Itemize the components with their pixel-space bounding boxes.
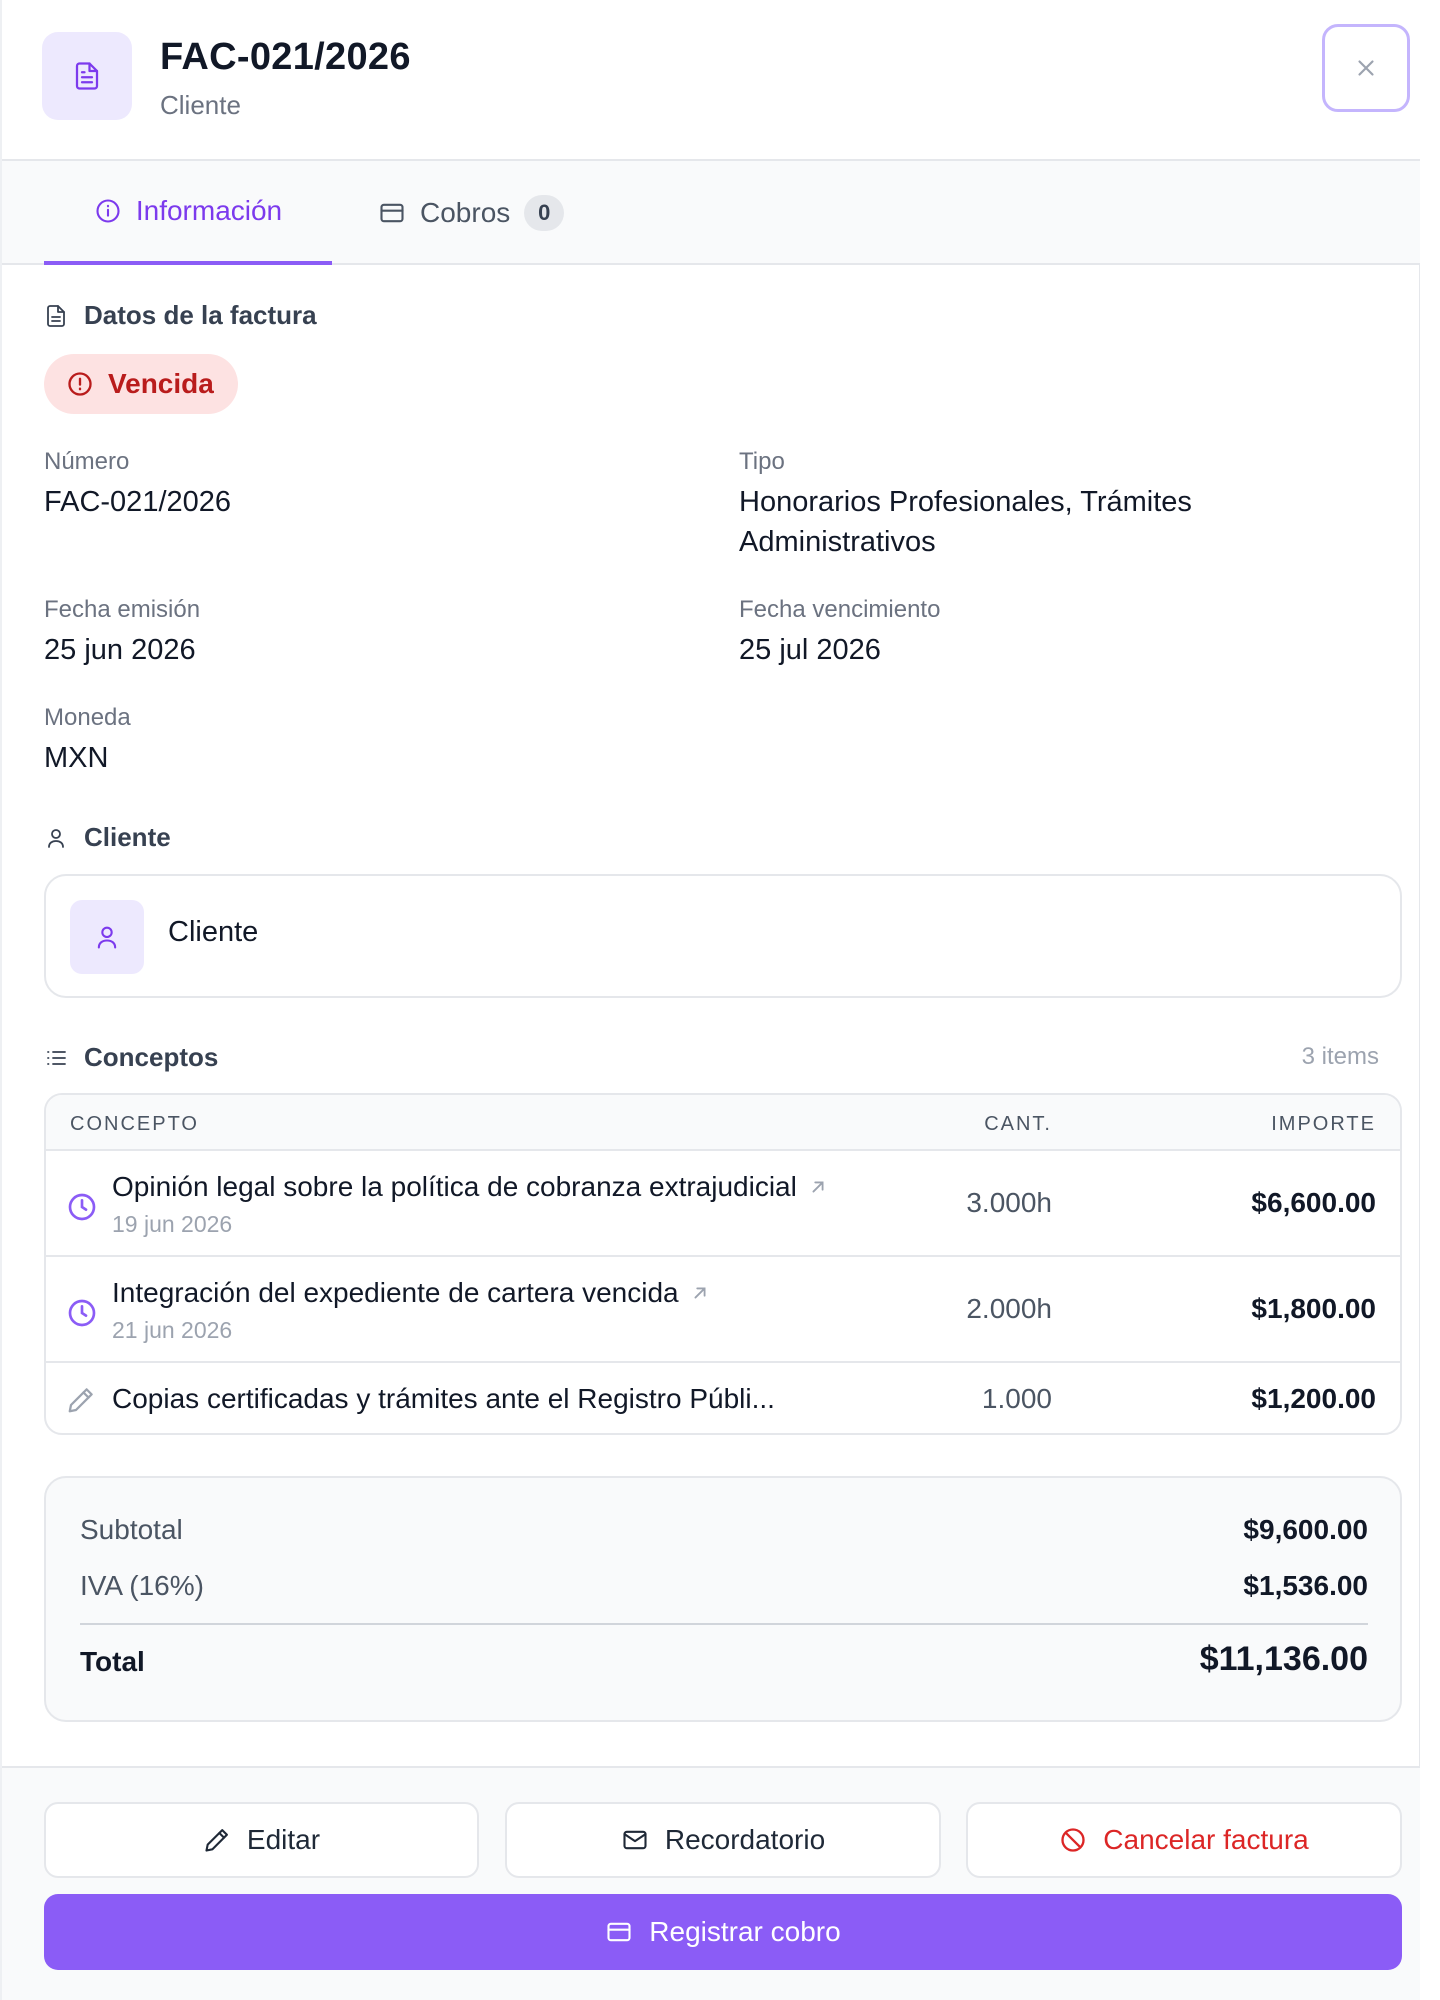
row-qty: 3.000h <box>966 1187 1052 1218</box>
table-header: CONCEPTO CANT. IMPORTE <box>46 1095 1400 1151</box>
totals-summary: Subtotal $9,600.00 IVA (16%) $1,536.00 T… <box>44 1476 1402 1722</box>
row-amount: $1,200.00 <box>1251 1383 1376 1414</box>
iva-value: $1,536.00 <box>1243 1570 1368 1601</box>
field-value-numero: FAC-021/2026 <box>44 486 232 518</box>
status-badge: Vencida <box>44 354 238 414</box>
field-label-numero: Número <box>44 448 130 475</box>
row-amount: $1,800.00 <box>1251 1293 1376 1324</box>
field-value-moneda: MXN <box>44 742 109 774</box>
section-heading-client: Cliente <box>44 822 171 853</box>
field-value-tipo-line2: Administrativos <box>739 526 936 558</box>
reminder-button[interactable]: Recordatorio <box>505 1802 941 1878</box>
page-subtitle: Cliente <box>160 90 241 120</box>
register-payment-button[interactable]: Registrar cobro <box>44 1894 1402 1970</box>
avatar <box>70 900 144 974</box>
row-title: Copias certificadas y trámites ante el R… <box>112 1383 775 1414</box>
field-label-tipo: Tipo <box>739 448 785 475</box>
column-header-importe: IMPORTE <box>1271 1113 1376 1135</box>
edit-button[interactable]: Editar <box>44 1802 479 1878</box>
table-row[interactable]: Opinión legal sobre la política de cobra… <box>46 1151 1400 1257</box>
total-value: $11,136.00 <box>1199 1640 1368 1678</box>
count-badge: 0 <box>524 195 565 231</box>
divider <box>80 1623 1368 1625</box>
column-header-cant: CANT. <box>984 1113 1052 1135</box>
items-count: 3 items <box>1301 1043 1379 1070</box>
info-icon <box>96 199 120 223</box>
credit-card-icon <box>607 1922 631 1942</box>
clock-icon <box>68 1299 96 1327</box>
ban-icon <box>1061 1828 1085 1852</box>
table-row[interactable]: Integración del expediente de cartera ve… <box>46 1257 1400 1363</box>
field-label-moneda: Moneda <box>44 704 131 731</box>
close-icon <box>1358 60 1374 76</box>
row-qty: 2.000h <box>966 1293 1052 1324</box>
table-row[interactable]: Copias certificadas y trámites ante el R… <box>46 1363 1400 1433</box>
iva-label: IVA (16%) <box>80 1570 204 1601</box>
tab-cobros[interactable]: Cobros 0 <box>378 161 565 265</box>
client-card[interactable]: Cliente <box>44 874 1402 998</box>
user-icon <box>48 828 64 848</box>
tab-label: Cobros <box>420 197 511 228</box>
page-title: FAC-021/2026 <box>160 36 411 78</box>
invoice-detail-panel: FAC-021/2026 Cliente Información Cobros … <box>0 0 1422 2000</box>
section-heading-concepts: Conceptos <box>44 1042 218 1073</box>
pencil-icon <box>205 1829 228 1852</box>
tab-label: Información <box>135 195 283 226</box>
credit-card-icon <box>380 203 404 223</box>
page-backdrop <box>1420 0 1440 2000</box>
mail-icon <box>623 1830 647 1850</box>
row-date: 19 jun 2026 <box>112 1211 233 1237</box>
row-amount: $6,600.00 <box>1251 1187 1376 1218</box>
tab-bar: Información Cobros 0 <box>2 161 1422 265</box>
cancel-invoice-button[interactable]: Cancelar factura <box>966 1802 1402 1878</box>
list-icon <box>47 1050 66 1065</box>
action-footer: Editar Recordatorio Cancelar factura Reg… <box>2 1766 1422 2000</box>
section-heading-invoice: Datos de la factura <box>44 300 317 331</box>
panel-header: FAC-021/2026 Cliente <box>2 0 1422 161</box>
field-value-fecha-vencimiento: 25 jul 2026 <box>739 634 881 666</box>
clock-icon <box>68 1193 96 1221</box>
subtotal-label: Subtotal <box>80 1514 183 1545</box>
column-header-concepto: CONCEPTO <box>70 1113 199 1135</box>
row-date: 21 jun 2026 <box>112 1317 233 1343</box>
pencil-icon <box>68 1388 93 1413</box>
user-icon <box>97 926 117 949</box>
alert-circle-icon <box>68 372 92 396</box>
field-label-fecha-emision: Fecha emisión <box>44 596 201 623</box>
subtotal-value: $9,600.00 <box>1243 1514 1368 1545</box>
row-qty: 1.000 <box>981 1383 1052 1414</box>
field-value-fecha-emision: 25 jun 2026 <box>44 634 196 666</box>
client-name: Cliente <box>168 916 259 948</box>
total-label: Total <box>80 1646 145 1677</box>
external-link-icon[interactable] <box>807 1176 829 1198</box>
field-value-tipo-line1: Honorarios Profesionales, Trámites <box>739 486 1192 518</box>
external-link-icon[interactable] <box>689 1282 711 1304</box>
field-label-fecha-vencimiento: Fecha vencimiento <box>739 596 941 623</box>
tab-informacion[interactable]: Información <box>44 161 332 265</box>
row-title: Integración del expediente de cartera ve… <box>112 1277 679 1308</box>
concepts-table: CONCEPTO CANT. IMPORTE Opinión legal sob… <box>44 1093 1402 1435</box>
row-title: Opinión legal sobre la política de cobra… <box>112 1171 797 1202</box>
close-button[interactable] <box>1322 24 1410 112</box>
document-icon <box>42 32 132 120</box>
document-icon <box>47 304 65 327</box>
